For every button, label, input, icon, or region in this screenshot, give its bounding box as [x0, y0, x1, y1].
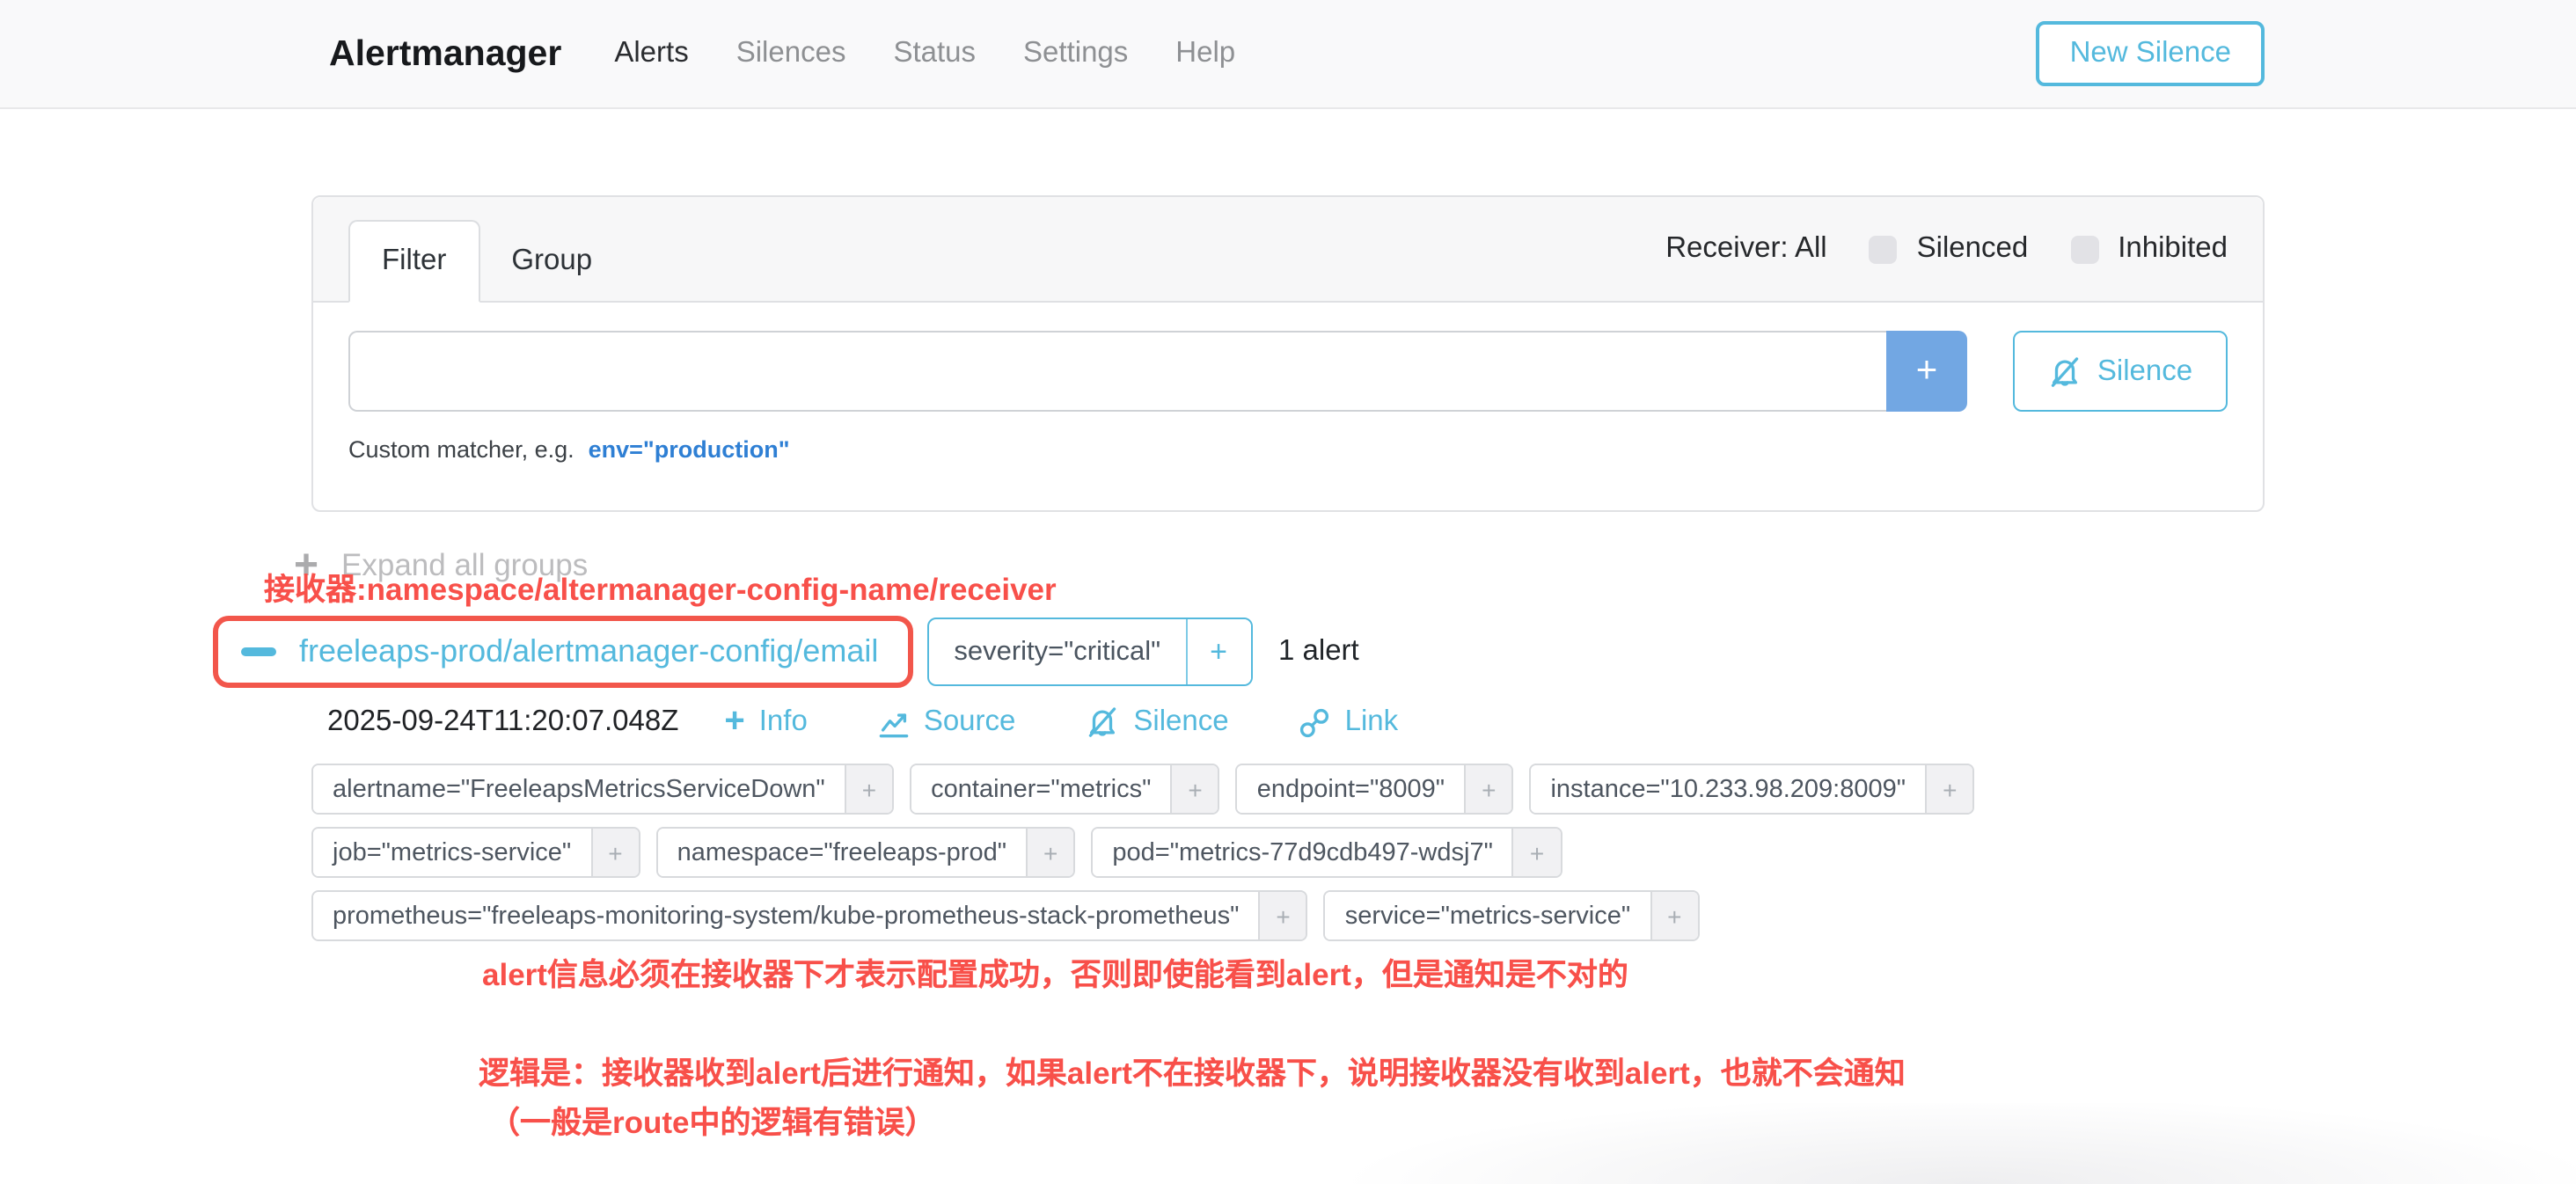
alert-detail: 2025-09-24T11:20:07.048Z + Info Source	[311, 705, 2265, 1145]
annotation-line-1: alert信息必须在接收器下才表示配置成功，否则即使能看到alert，但是通知是…	[482, 954, 2265, 998]
receiver-group-link[interactable]: freeleaps-prod/alertmanager-config/email	[241, 633, 878, 670]
label-text: instance="10.233.98.209:8009"	[1531, 765, 1925, 813]
inhibited-label: Inhibited	[2118, 232, 2228, 266]
silence-link[interactable]: Silence	[1086, 705, 1228, 739]
label-chip: alertname="FreeleapsMetricsServiceDown" …	[311, 764, 894, 815]
checkbox-icon[interactable]	[1870, 235, 1898, 263]
checkbox-icon[interactable]	[2070, 235, 2098, 263]
annotation-line-3: （一般是route中的逻辑有错误）	[489, 1101, 2265, 1145]
info-link[interactable]: + Info	[724, 705, 807, 739]
main-nav: Alerts Silences Status Settings Help	[614, 37, 1235, 70]
add-label-filter-button[interactable]: +	[1258, 892, 1306, 939]
nav-alerts[interactable]: Alerts	[614, 37, 688, 70]
link-link[interactable]: Link	[1299, 705, 1399, 739]
label-text: job="metrics-service"	[313, 829, 590, 876]
label-chip: container="metrics" +	[910, 764, 1220, 815]
custom-matcher-hint: Custom matcher, e.g. env="production"	[348, 436, 2228, 463]
tab-group[interactable]: Group	[479, 222, 624, 301]
add-label-filter-button[interactable]: +	[590, 829, 638, 876]
source-link-label: Source	[924, 705, 1016, 739]
filter-card: Filter Group Receiver: All Silenced Inhi…	[311, 195, 2265, 512]
label-chip: endpoint="8009" +	[1236, 764, 1514, 815]
label-row: alertname="FreeleapsMetricsServiceDown" …	[311, 764, 2265, 815]
receiver-filter-label[interactable]: Receiver: All	[1665, 232, 1826, 266]
collapse-minus-icon	[241, 647, 276, 657]
add-label-filter-button[interactable]: +	[1925, 765, 1972, 813]
silence-button[interactable]: Silence	[2013, 331, 2228, 412]
matcher-input[interactable]	[348, 331, 1886, 412]
annotation-line-2: 逻辑是：接收器收到alert后进行通知，如果alert不在接收器下，说明接收器没…	[479, 1052, 2265, 1096]
label-row: job="metrics-service" + namespace="freel…	[311, 827, 2265, 878]
label-chip: namespace="freeleaps-prod" +	[656, 827, 1076, 878]
alert-timestamp: 2025-09-24T11:20:07.048Z	[327, 705, 678, 739]
add-label-filter-button[interactable]: +	[845, 765, 892, 813]
label-text: prometheus="freeleaps-monitoring-system/…	[313, 892, 1258, 939]
group-filter-chip: severity="critical" +	[927, 618, 1252, 686]
alert-count: 1 alert	[1278, 635, 1359, 669]
label-text: alertname="FreeleapsMetricsServiceDown"	[313, 765, 845, 813]
tab-filter[interactable]: Filter	[348, 220, 479, 303]
add-label-filter-button[interactable]: +	[1464, 765, 1511, 813]
receiver-group-label: freeleaps-prod/alertmanager-config/email	[299, 633, 878, 670]
nav-settings[interactable]: Settings	[1023, 37, 1128, 70]
filter-card-header: Filter Group Receiver: All Silenced Inhi…	[313, 197, 2263, 303]
label-text: endpoint="8009"	[1238, 765, 1464, 813]
alertmanager-page: Alertmanager Alerts Silences Status Sett…	[0, 0, 2576, 1184]
hint-text: Custom matcher, e.g.	[348, 436, 574, 463]
main-content: Filter Group Receiver: All Silenced Inhi…	[311, 195, 2265, 1145]
nav-help[interactable]: Help	[1175, 37, 1235, 70]
label-chip: instance="10.233.98.209:8009" +	[1529, 764, 1974, 815]
label-text: container="metrics"	[911, 765, 1170, 813]
label-text: service="metrics-service"	[1326, 892, 1650, 939]
filter-card-body: + Silence Custom matcher, e.g. env="prod…	[313, 303, 2263, 510]
nav-status[interactable]: Status	[893, 37, 976, 70]
example-matcher-link[interactable]: env="production"	[589, 436, 790, 463]
add-label-filter-button[interactable]: +	[1512, 829, 1560, 876]
nav-silences[interactable]: Silences	[736, 37, 846, 70]
silenced-label: Silenced	[1917, 232, 2029, 266]
severity-filter-label: severity="critical"	[929, 619, 1185, 684]
label-chip: prometheus="freeleaps-monitoring-system/…	[311, 890, 1308, 941]
alert-header-row: 2025-09-24T11:20:07.048Z + Info Source	[311, 705, 2265, 739]
alert-group-row: freeleaps-prod/alertmanager-config/email…	[213, 616, 2265, 688]
alert-labels: alertname="FreeleapsMetricsServiceDown" …	[311, 764, 2265, 941]
link-icon	[1299, 706, 1331, 738]
plus-icon: +	[724, 709, 744, 735]
link-link-label: Link	[1345, 705, 1399, 739]
source-link[interactable]: Source	[878, 705, 1016, 739]
label-row: prometheus="freeleaps-monitoring-system/…	[311, 890, 2265, 941]
add-matcher-button[interactable]: +	[1886, 331, 1967, 412]
brand[interactable]: Alertmanager	[329, 33, 561, 75]
chart-line-icon	[878, 706, 910, 738]
bell-slash-icon	[1086, 705, 1119, 739]
add-group-filter-button[interactable]: +	[1185, 619, 1250, 684]
annotation-receiver-note: 接收器:namespace/altermanager-config-name/r…	[264, 568, 2265, 612]
inhibited-checkbox[interactable]: Inhibited	[2070, 232, 2228, 266]
label-chip: service="metrics-service" +	[1324, 890, 1700, 941]
label-text: namespace="freeleaps-prod"	[658, 829, 1026, 876]
silenced-checkbox[interactable]: Silenced	[1870, 232, 2029, 266]
label-text: pod="metrics-77d9cdb497-wdsj7"	[1093, 829, 1511, 876]
add-label-filter-button[interactable]: +	[1650, 892, 1697, 939]
navbar: Alertmanager Alerts Silences Status Sett…	[0, 0, 2576, 109]
info-link-label: Info	[759, 705, 808, 739]
filter-options: Receiver: All Silenced Inhibited	[1665, 232, 2228, 266]
label-chip: job="metrics-service" +	[311, 827, 640, 878]
silence-link-label: Silence	[1133, 705, 1228, 739]
matcher-input-group: +	[348, 331, 1967, 412]
new-silence-button[interactable]: New Silence	[2037, 21, 2265, 86]
navbar-inner: Alertmanager Alerts Silences Status Sett…	[311, 21, 2265, 86]
annotation-highlight-box: freeleaps-prod/alertmanager-config/email	[213, 616, 913, 688]
bell-slash-icon	[2048, 354, 2082, 388]
filter-tabs: Filter Group	[348, 197, 624, 301]
add-label-filter-button[interactable]: +	[1026, 829, 1073, 876]
add-label-filter-button[interactable]: +	[1170, 765, 1218, 813]
label-chip: pod="metrics-77d9cdb497-wdsj7" +	[1091, 827, 1562, 878]
silence-button-label: Silence	[2097, 354, 2192, 388]
